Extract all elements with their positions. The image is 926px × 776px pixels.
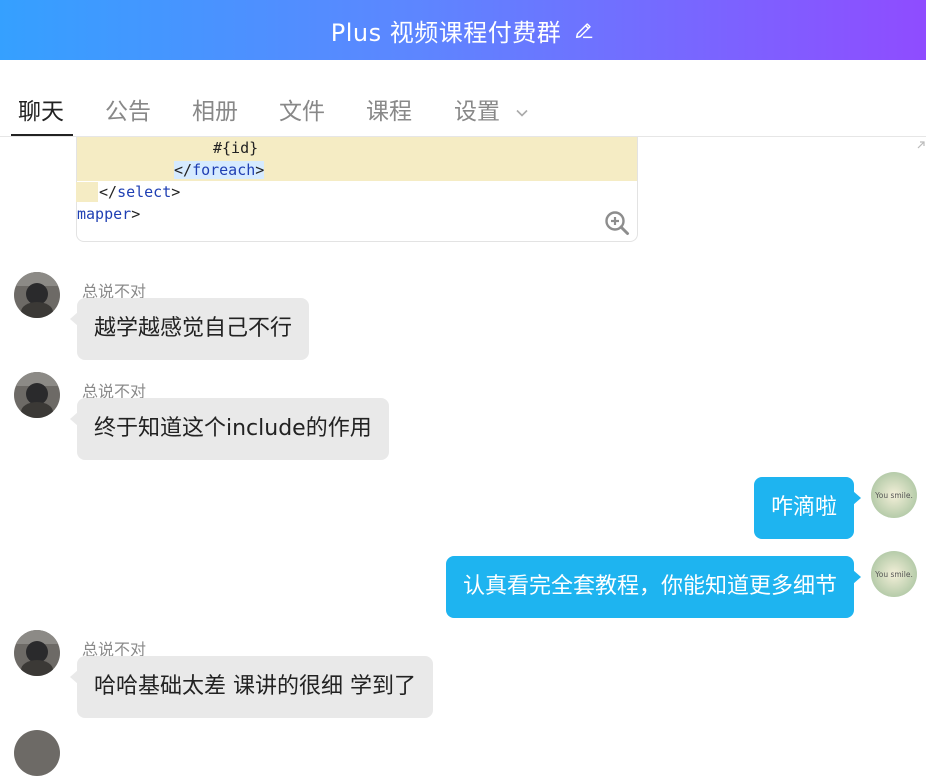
chevron-down-icon [516, 109, 528, 117]
tab-chat[interactable]: 聊天 [18, 92, 64, 126]
avatar[interactable] [14, 272, 60, 318]
avatar-photo [14, 272, 60, 318]
message-bubble[interactable]: 越学越感觉自己不行 [69, 298, 310, 360]
active-tab-indicator [11, 134, 73, 136]
message-bubble-self[interactable]: 认真看完全套教程，你能知道更多细节 [445, 556, 862, 618]
code-tag-mapper: mapper [77, 205, 132, 223]
avatar-self[interactable]: You smile. [871, 551, 917, 597]
code-line-3: </select> [99, 183, 181, 201]
code-line-4: mapper> [77, 205, 141, 223]
tab-settings-label: 设置 [454, 99, 500, 125]
avatar-photo [14, 730, 60, 776]
code-tag-foreach: foreach [192, 161, 256, 179]
avatar-caption: You smile. [874, 491, 913, 500]
avatar[interactable] [14, 730, 60, 776]
avatar-caption: You smile. [874, 570, 913, 579]
message-bubble[interactable]: 哈哈基础太差 课讲的很细 学到了 [70, 656, 433, 718]
avatar[interactable] [14, 372, 60, 418]
code-gutter-highlight [76, 182, 98, 202]
zoom-in-icon[interactable] [604, 210, 630, 236]
group-title: Plus 视频课程付费群 [330, 18, 562, 47]
avatar-photo: You smile. [871, 472, 917, 518]
code-tag-select: select [117, 183, 172, 201]
avatar-photo: You smile. [871, 551, 917, 597]
avatar-photo [14, 630, 60, 676]
avatar[interactable] [14, 630, 60, 676]
chat-header: Plus 视频课程付费群 [0, 0, 926, 60]
tab-files[interactable]: 文件 [279, 92, 325, 126]
expand-arrow-icon [917, 141, 925, 149]
code-text-id: #{id} [213, 139, 259, 157]
message-bubble[interactable]: 终于知道这个include的作用 [70, 398, 389, 460]
message-bubble-self[interactable]: 咋滴啦 [753, 477, 862, 539]
code-line-2: </foreach> [77, 159, 637, 181]
avatar-self[interactable]: You smile. [871, 472, 917, 518]
code-line-1: #{id} [77, 137, 637, 159]
tab-courses[interactable]: 课程 [366, 92, 412, 126]
tab-album[interactable]: 相册 [192, 92, 238, 126]
avatar-photo [14, 372, 60, 418]
pencil-icon[interactable] [573, 19, 595, 41]
code-image-card[interactable]: #{id} </foreach> </select> mapper> [76, 137, 638, 242]
tab-announcement[interactable]: 公告 [105, 92, 151, 126]
tab-settings[interactable]: 设置 [454, 92, 529, 126]
tab-bar: 聊天 公告 相册 文件 课程 设置 [0, 60, 926, 137]
